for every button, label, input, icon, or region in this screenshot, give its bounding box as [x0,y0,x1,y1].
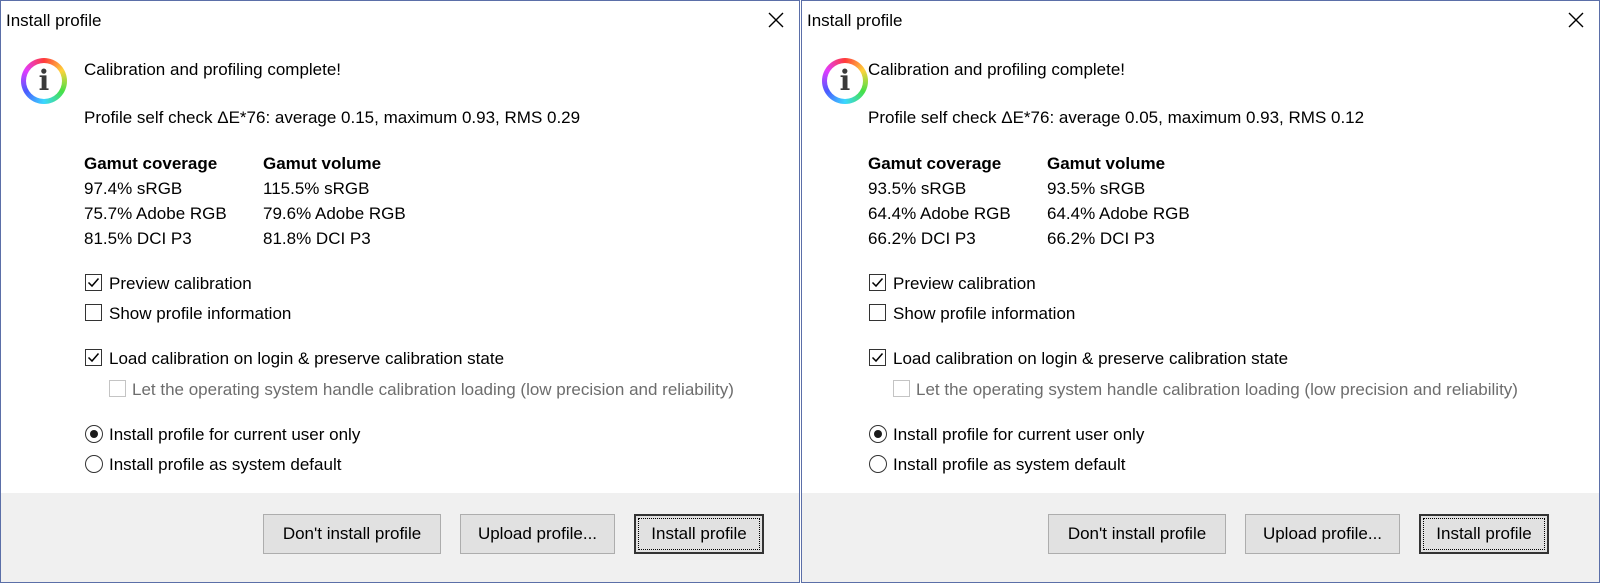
checkmark-icon [871,278,884,288]
upload-profile-button[interactable]: Upload profile... [460,514,615,554]
install-profile-button[interactable]: Install profile [1419,514,1549,554]
preview-calibration-checkbox[interactable] [85,274,102,291]
install-profile-button[interactable]: Install profile [634,514,764,554]
install-profile-dialog-left: Install profile i Calibration and profil… [0,0,800,583]
gamut-coverage-header: Gamut coverage [868,154,1002,173]
os-handle-loading-label: Let the operating system handle calibrat… [916,380,1518,399]
dialog-title: Install profile [6,11,102,30]
upload-profile-button[interactable]: Upload profile... [1245,514,1400,554]
gamut-volume-value: 81.8% DCI P3 [263,229,371,248]
info-icon: i [822,58,868,104]
load-calibration-checkbox[interactable] [869,349,886,366]
close-icon [1568,12,1584,28]
show-profile-information-checkbox[interactable] [869,304,886,321]
self-check-result: Profile self check ΔE*76: average 0.15, … [84,108,581,127]
dialog-title: Install profile [807,11,903,30]
preview-calibration-checkbox[interactable] [869,274,886,291]
os-handle-loading-checkbox [893,380,910,397]
checkmark-icon [87,353,100,363]
dont-install-profile-button[interactable]: Don't install profile [263,514,441,554]
gamut-volume-value: 93.5% sRGB [1047,179,1146,198]
close-button[interactable] [759,5,793,35]
gamut-coverage-value: 97.4% sRGB [84,179,183,198]
show-profile-information-label[interactable]: Show profile information [109,304,291,324]
gamut-volume-header: Gamut volume [1047,154,1166,173]
load-calibration-checkbox[interactable] [85,349,102,366]
gamut-volume-value: 66.2% DCI P3 [1047,229,1155,248]
gamut-volume-value: 79.6% Adobe RGB [263,204,406,223]
checkmark-icon [871,353,884,363]
gamut-coverage-value: 64.4% Adobe RGB [868,204,1011,223]
title-bar: Install profile [1,1,799,39]
load-calibration-label[interactable]: Load calibration on login & preserve cal… [893,349,1288,369]
os-handle-loading-label: Let the operating system handle calibrat… [132,380,734,399]
gamut-coverage-value: 81.5% DCI P3 [84,229,192,248]
os-handle-loading-checkbox [109,380,126,397]
install-current-user-radio[interactable] [85,425,103,443]
dont-install-profile-button[interactable]: Don't install profile [1048,514,1226,554]
install-current-user-radio[interactable] [869,425,887,443]
show-profile-information-label[interactable]: Show profile information [893,304,1075,324]
gamut-volume-header: Gamut volume [263,154,382,173]
install-system-default-label[interactable]: Install profile as system default [893,455,1125,475]
load-calibration-label[interactable]: Load calibration on login & preserve cal… [109,349,504,369]
close-icon [768,12,784,28]
gamut-volume-value: 64.4% Adobe RGB [1047,204,1190,223]
install-system-default-radio[interactable] [85,455,103,473]
gamut-coverage-header: Gamut coverage [84,154,218,173]
self-check-result: Profile self check ΔE*76: average 0.05, … [868,108,1365,127]
info-icon: i [21,58,67,104]
completion-message: Calibration and profiling complete! [868,60,1126,79]
install-current-user-label[interactable]: Install profile for current user only [893,425,1144,445]
gamut-coverage-value: 93.5% sRGB [868,179,967,198]
completion-message: Calibration and profiling complete! [84,60,342,79]
gamut-coverage-value: 66.2% DCI P3 [868,229,976,248]
preview-calibration-label[interactable]: Preview calibration [893,274,1036,294]
install-current-user-label[interactable]: Install profile for current user only [109,425,360,445]
gamut-volume-value: 115.5% sRGB [263,179,370,198]
title-bar: Install profile [802,1,1599,39]
checkmark-icon [87,278,100,288]
preview-calibration-label[interactable]: Preview calibration [109,274,252,294]
button-bar: Don't install profile Upload profile... … [1,493,799,582]
show-profile-information-checkbox[interactable] [85,304,102,321]
close-button[interactable] [1559,5,1593,35]
install-system-default-radio[interactable] [869,455,887,473]
install-profile-dialog-right: Install profile i Calibration and profil… [801,0,1600,583]
gamut-coverage-value: 75.7% Adobe RGB [84,204,227,223]
install-system-default-label[interactable]: Install profile as system default [109,455,341,475]
button-bar: Don't install profile Upload profile... … [802,493,1599,582]
